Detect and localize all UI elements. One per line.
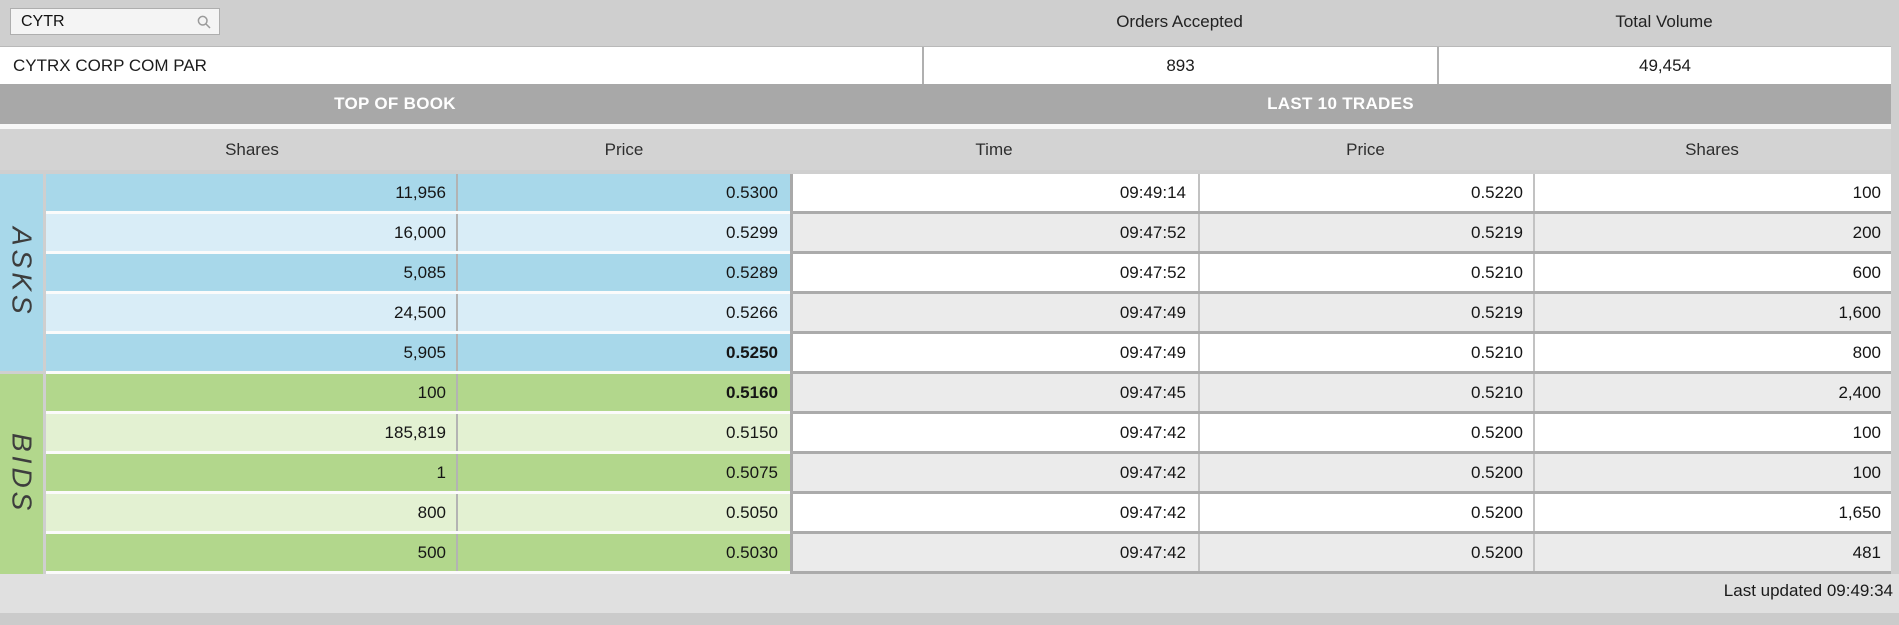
bid-shares-cell: 185,819 [46,414,458,451]
bid-price-cell: 0.5030 [458,534,790,571]
trade-price-cell: 0.5200 [1198,494,1533,531]
ask-row-with-trade-row[interactable]: 11,9560.530009:49:140.5220100 [46,174,1891,211]
trade-shares-cell: 481 [1533,534,1891,571]
bid-row-with-trade-row[interactable]: 8000.505009:47:420.52001,650 [46,494,1891,531]
ask-shares-cell: 5,905 [46,334,458,371]
search-icon[interactable] [197,15,219,29]
ask-price-cell: 0.5289 [458,254,790,291]
bid-shares-cell: 800 [46,494,458,531]
trade-time-cell: 09:47:45 [790,374,1198,411]
ask-price-cell: 0.5300 [458,174,790,211]
total-volume-value: 49,454 [1437,47,1891,85]
trade-price-cell: 0.5210 [1198,334,1533,371]
bid-shares-cell: 500 [46,534,458,571]
total-volume-header: Total Volume [1437,0,1891,46]
bid-shares-cell: 100 [46,374,458,411]
trade-shares-cell: 1,600 [1533,294,1891,331]
trade-shares-cell: 100 [1533,454,1891,491]
trade-shares-cell: 1,650 [1533,494,1891,531]
last-updated: Last updated 09:49:34 [1724,581,1893,601]
ask-price-cell: 0.5299 [458,214,790,251]
book-price-header: Price [458,140,790,160]
ask-price-cell: 0.5266 [458,294,790,331]
trades-price-header: Price [1198,140,1533,160]
order-book-and-trades-grid: 11,9560.530009:49:140.522010016,0000.529… [46,174,1891,574]
bid-price-cell: 0.5050 [458,494,790,531]
trade-shares-cell: 800 [1533,334,1891,371]
bids-section-label: BIDS [0,374,43,574]
ask-row-with-trade-row[interactable]: 24,5000.526609:47:490.52191,600 [46,294,1891,331]
ask-row-with-trade-row[interactable]: 16,0000.529909:47:520.5219200 [46,214,1891,251]
ask-row-with-trade-row[interactable]: 5,0850.528909:47:520.5210600 [46,254,1891,291]
trade-time-cell: 09:47:52 [790,214,1198,251]
trade-time-cell: 09:47:42 [790,534,1198,571]
bid-price-cell: 0.5075 [458,454,790,491]
top-of-book-app: Orders Accepted Total Volume CYTRX CORP … [0,0,1899,625]
last-10-trades-title: LAST 10 TRADES [790,84,1891,124]
top-of-book-title: TOP OF BOOK [0,84,790,124]
bid-price-cell: 0.5160 [458,374,790,411]
trade-time-cell: 09:47:42 [790,454,1198,491]
trade-price-cell: 0.5200 [1198,414,1533,451]
bid-shares-cell: 1 [46,454,458,491]
ask-shares-cell: 16,000 [46,214,458,251]
trade-shares-cell: 100 [1533,174,1891,211]
symbol-search[interactable] [10,8,220,35]
trade-time-cell: 09:47:49 [790,334,1198,371]
trade-time-cell: 09:47:49 [790,294,1198,331]
ask-shares-cell: 11,956 [46,174,458,211]
trade-time-cell: 09:47:52 [790,254,1198,291]
symbol-search-input[interactable] [11,13,197,31]
security-name: CYTRX CORP COM PAR [0,47,922,85]
ask-price-cell: 0.5250 [458,334,790,371]
trade-shares-cell: 100 [1533,414,1891,451]
trade-time-cell: 09:47:42 [790,414,1198,451]
column-headers: Shares Price Time Price Shares [0,129,1891,170]
ask-shares-cell: 5,085 [46,254,458,291]
asks-section-label: ASKS [0,174,43,371]
ask-shares-cell: 24,500 [46,294,458,331]
orders-accepted-header: Orders Accepted [922,0,1437,46]
trade-shares-cell: 600 [1533,254,1891,291]
trade-shares-cell: 200 [1533,214,1891,251]
trade-price-cell: 0.5219 [1198,214,1533,251]
bid-price-cell: 0.5150 [458,414,790,451]
bid-row-with-trade-row[interactable]: 1000.516009:47:450.52102,400 [46,374,1891,411]
book-shares-header: Shares [46,140,458,160]
trades-time-header: Time [790,140,1198,160]
trades-shares-header: Shares [1533,140,1891,160]
section-band: TOP OF BOOK LAST 10 TRADES [0,84,1891,124]
trade-price-cell: 0.5220 [1198,174,1533,211]
trade-price-cell: 0.5210 [1198,374,1533,411]
trade-price-cell: 0.5210 [1198,254,1533,291]
trade-time-cell: 09:49:14 [790,174,1198,211]
top-bar: Orders Accepted Total Volume [0,0,1899,46]
orders-accepted-value: 893 [922,47,1437,85]
bid-row-with-trade-row[interactable]: 10.507509:47:420.5200100 [46,454,1891,491]
bid-row-with-trade-row[interactable]: 5000.503009:47:420.5200481 [46,534,1891,571]
trade-time-cell: 09:47:42 [790,494,1198,531]
trade-shares-cell: 2,400 [1533,374,1891,411]
trade-price-cell: 0.5219 [1198,294,1533,331]
ask-row-with-trade-row[interactable]: 5,9050.525009:47:490.5210800 [46,334,1891,371]
security-info-row: CYTRX CORP COM PAR 893 49,454 [0,46,1891,85]
status-bar: Last updated 09:49:34 [0,574,1899,625]
trade-price-cell: 0.5200 [1198,454,1533,491]
bid-row-with-trade-row[interactable]: 185,8190.515009:47:420.5200100 [46,414,1891,451]
trade-price-cell: 0.5200 [1198,534,1533,571]
